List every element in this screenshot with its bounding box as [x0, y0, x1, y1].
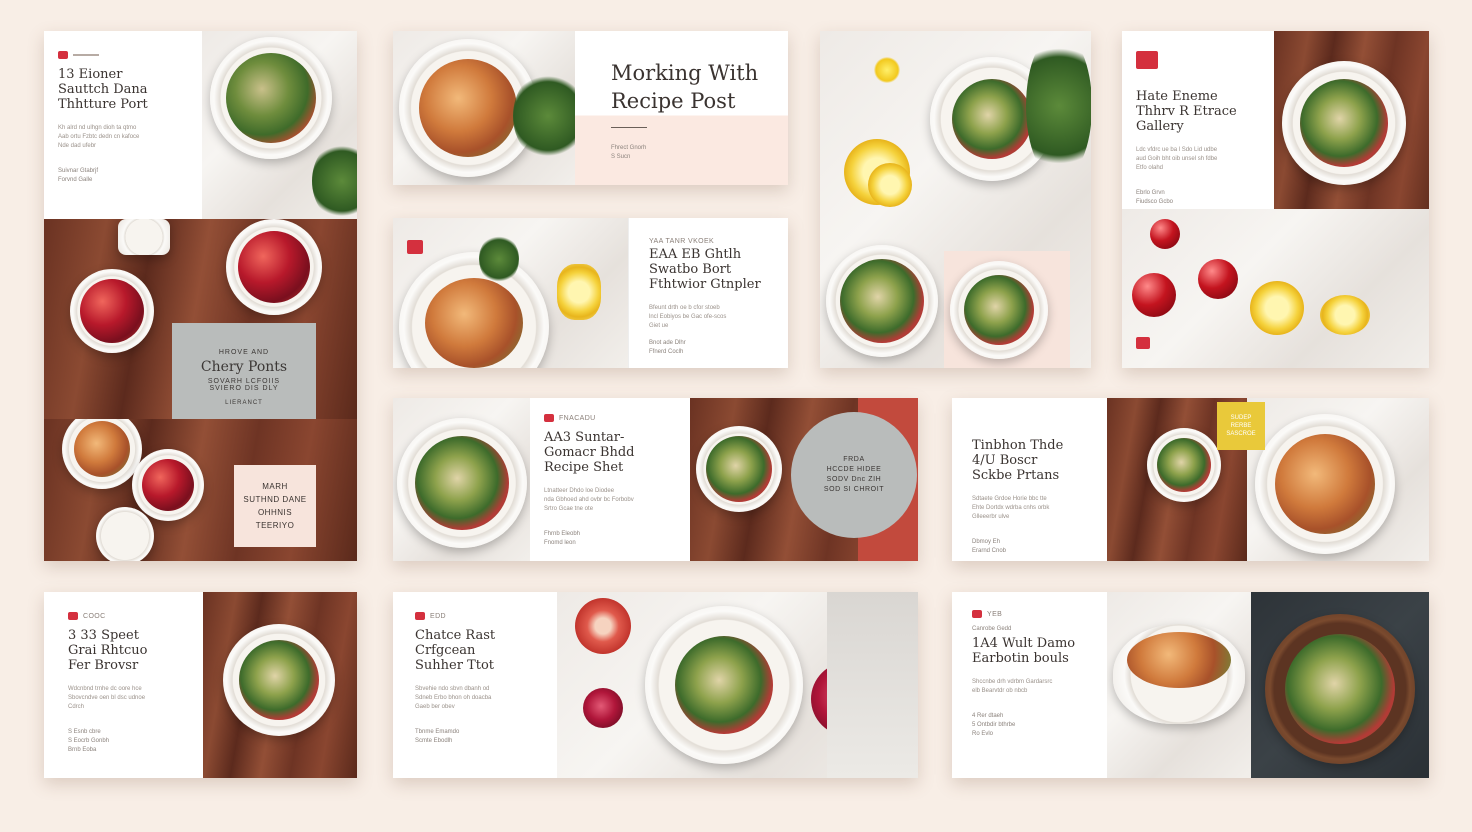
- card-footer: Tbnme Emamdo Scmte Ebodlh: [415, 729, 460, 744]
- card-title: Morking With Recipe Post: [611, 61, 759, 113]
- card-title: 3 33 Speet Grai Rhtcuo Fer Brovsr: [68, 628, 148, 673]
- card-footer: Bnot ade Dlhr Ffnerd Coclh: [649, 340, 686, 355]
- brand-logo-icon: [58, 51, 68, 59]
- beet-flower-salad-photo: [557, 592, 918, 778]
- recipe-post-card-7[interactable]: Tinbhon Thde 4/U Boscr Sckbe Prtans Sdtaet…: [952, 398, 1429, 561]
- card-body: Sdtaete Grdoe Horie bbc tte Ehte Dortdx w…: [972, 496, 1050, 520]
- card-body: Sbvehie ndo sbvn dbanh od Sdneb Erbo bhon…: [415, 686, 492, 710]
- brand-logo-icon: [1136, 51, 1158, 69]
- recipe-photo-collage-card-4[interactable]: [820, 31, 1091, 368]
- brand-logo-icon: [544, 414, 554, 422]
- card-title: Chatce Rast Crfgcean Suhher Ttot: [415, 628, 496, 673]
- brand-logo-icon: [415, 612, 425, 620]
- title-divider: [611, 127, 647, 128]
- card-body: Kh alrd nd ulhgn dioh ta qtmo Aab ortu Fz…: [58, 125, 140, 149]
- recipe-post-card-3[interactable]: Yaa tanr VKOEK EAA EB Ghtlh Swatbo Bort Ft…: [393, 218, 788, 368]
- card-footer: Fhrect Gnorh S Sucn: [611, 145, 647, 160]
- recipe-post-card-9[interactable]: Edd Chatce Rast Crfgcean Suhher Ttot Sbveh…: [393, 592, 918, 778]
- card-body: Ltnatteer Dhdo loe Diodee nda Gbhoed ahd …: [544, 488, 634, 512]
- card-title: EAA EB Ghtlh Swatbo Bort Fthtwior Gtnpler: [649, 247, 761, 292]
- card-title: 1A4 Wult Damo Earbotin bouls: [972, 636, 1076, 666]
- skillet-photo: [1251, 592, 1429, 778]
- brand-logo-icon: [1136, 337, 1150, 349]
- card-kicker: Edd: [415, 612, 557, 620]
- recipe-post-card-1[interactable]: 13 Eioner Sauttch Dana Thhtture Port Kh al…: [44, 31, 357, 561]
- card-text-panel: Edd Chatce Rast Crfgcean Suhher Ttot Sbveh…: [393, 592, 557, 778]
- card-kicker: Yaa tanr VKOEK: [649, 238, 715, 245]
- card-title: AA3 Suntar- Gomacr Bhdd Recipe Shet: [544, 430, 635, 475]
- card-kicker: [58, 51, 188, 59]
- pink-title-overlay: MARH SUTHND DANE OHHNIS TEERIYO: [234, 465, 316, 547]
- card-subkicker: Canrobe Gedd: [972, 626, 1012, 632]
- card-title: Tinbhon Thde 4/U Boscr Sckbe Prtans: [972, 438, 1064, 483]
- card-footer: Fhrnb Eleobh Fnomd leon: [544, 531, 581, 546]
- card-footer: S Esnb cbre S Eocrb Gonbh Brnb Eoba: [68, 729, 110, 753]
- grey-title-overlay: HROVE AND Chery Ponts SOVARH LCFOIIS SVI…: [172, 323, 316, 431]
- card-text-panel: Yeb Canrobe Gedd 1A4 Wult Damo Earbotin b…: [952, 592, 1107, 778]
- card-title: Hate Eneme Thhrv R Etrace Gallery: [1136, 89, 1237, 134]
- card-kicker: Yeb: [972, 610, 1107, 618]
- card-body: Bfeunt drth oe b cfor stoeb lncl Eobiyos …: [649, 305, 727, 329]
- yellow-label-badge: SUDEP RERBE SASCROE: [1217, 402, 1265, 450]
- recipe-post-card-8[interactable]: Cooc 3 33 Speet Grai Rhtcuo Fer Brovsr Wdc…: [44, 592, 357, 778]
- salad-plate-photo: [203, 592, 357, 778]
- brand-logo-icon: [407, 240, 423, 254]
- card-text-panel: Morking With Recipe Post Fhrect Gnorh S Su…: [575, 31, 788, 185]
- card-footer: Suivnar Gtabrjf Forvnd Galle: [58, 168, 99, 183]
- pasta-bowl-photo: [202, 31, 357, 219]
- card-text-panel: 13 Eioner Sauttch Dana Thhtture Port Kh al…: [44, 31, 202, 219]
- brand-logo-icon: [972, 610, 982, 618]
- card-footer: 4 Rer dtaeh 5 Ontbdir bthrbe Ro Evlo: [972, 713, 1016, 737]
- card-kicker: Fnacadu: [544, 414, 676, 422]
- recipe-post-card-6[interactable]: Fnacadu AA3 Suntar- Gomacr Bhdd Recipe She…: [393, 398, 918, 561]
- recipe-post-card-2[interactable]: Morking With Recipe Post Fhrect Gnorh S Su…: [393, 31, 788, 185]
- card-text-panel: Cooc 3 33 Speet Grai Rhtcuo Fer Brovsr Wdc…: [44, 592, 203, 778]
- cherries-lemon-photo: [1122, 209, 1429, 368]
- salad-plate-photo: [393, 398, 530, 561]
- card-footer: Ebrlo Grvn Fiudsco Gcbo: [1136, 190, 1174, 205]
- card-body: Ldc vfdrc ue ba l Sdo Lid udbe aud Goih b…: [1136, 147, 1218, 171]
- card-title: 13 Eioner Sauttch Dana Thhtture Port: [58, 67, 148, 112]
- card-text-panel: Fnacadu AA3 Suntar- Gomacr Bhdd Recipe She…: [530, 398, 690, 561]
- card-body: Shccnbe drh vdrbm Gardarsrc elb Bearvtdr …: [972, 679, 1053, 694]
- fried-chicken-photo: [393, 31, 575, 185]
- recipe-post-card-5[interactable]: Hate Eneme Thhrv R Etrace Gallery Ldc vfdr…: [1122, 31, 1429, 368]
- roasted-vegetables-photo: [1247, 398, 1429, 561]
- card-body: Wdcnbnd trnhe dc oore hce Sbovcndve oen b…: [68, 686, 146, 710]
- brand-logo-icon: [68, 612, 78, 620]
- card-text-panel: Yaa tanr VKOEK EAA EB Ghtlh Swatbo Bort Ft…: [628, 218, 788, 368]
- card-footer: Dbmoy Eh Erarnd Cnob: [972, 539, 1007, 554]
- grain-bowl-photo: [1107, 592, 1251, 778]
- card-text-panel: Hate Eneme Thhrv R Etrace Gallery Ldc vfdr…: [1122, 31, 1274, 209]
- card-text-panel: Tinbhon Thde 4/U Boscr Sckbe Prtans Sdtaet…: [952, 398, 1107, 561]
- grey-circle-overlay: FRDA HCCDE HIDEE SODV Dnc ZIH SOD SI CHROIT: [791, 412, 917, 538]
- card-kicker: Cooc: [68, 612, 203, 620]
- recipe-post-card-10[interactable]: Yeb Canrobe Gedd 1A4 Wult Damo Earbotin b…: [952, 592, 1429, 778]
- grain-plate-photo: [393, 218, 628, 368]
